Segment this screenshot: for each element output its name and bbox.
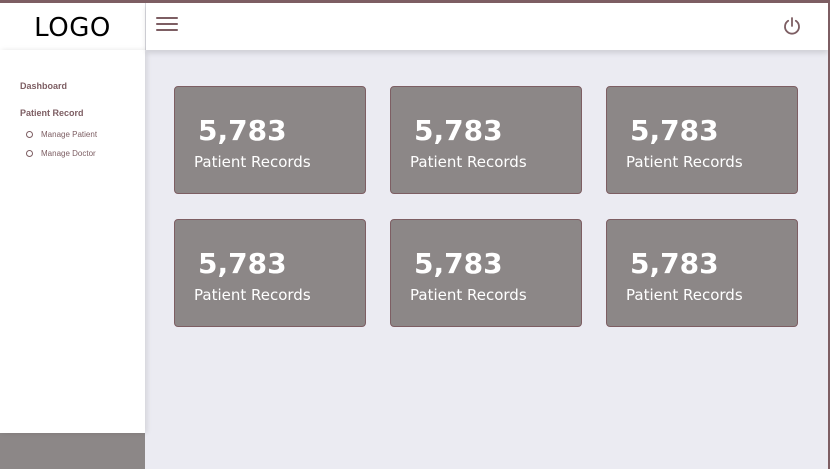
stat-value: 5,783	[198, 247, 287, 280]
logo: LOGO	[34, 12, 111, 43]
top-bar	[146, 3, 828, 50]
sidebar-item-patient-record[interactable]: Patient Record	[20, 108, 84, 118]
sidebar-item-manage-patient[interactable]: Manage Patient	[26, 130, 97, 139]
sidebar-item-dashboard[interactable]: Dashboard	[20, 81, 67, 91]
sidebar-footer	[0, 433, 145, 469]
power-icon[interactable]	[782, 16, 802, 36]
sidebar-item-label: Manage Doctor	[41, 149, 96, 158]
stat-card[interactable]: 5,783 Patient Records	[606, 86, 798, 194]
stat-label: Patient Records	[626, 286, 743, 304]
stat-label: Patient Records	[194, 286, 311, 304]
sidebar: Dashboard Patient Record Manage Patient …	[0, 50, 145, 433]
stat-card[interactable]: 5,783 Patient Records	[174, 86, 366, 194]
stat-card[interactable]: 5,783 Patient Records	[606, 219, 798, 327]
hamburger-icon[interactable]	[156, 17, 178, 33]
stat-card[interactable]: 5,783 Patient Records	[390, 219, 582, 327]
sidebar-item-manage-doctor[interactable]: Manage Doctor	[26, 149, 96, 158]
stat-card[interactable]: 5,783 Patient Records	[390, 86, 582, 194]
stat-value: 5,783	[630, 114, 719, 147]
stat-label: Patient Records	[410, 153, 527, 171]
bullet-circle-icon	[26, 150, 33, 157]
logo-area: LOGO	[0, 3, 146, 50]
stat-label: Patient Records	[626, 153, 743, 171]
stat-value: 5,783	[414, 247, 503, 280]
stat-value: 5,783	[630, 247, 719, 280]
stat-label: Patient Records	[410, 286, 527, 304]
stat-value: 5,783	[198, 114, 287, 147]
bullet-circle-icon	[26, 131, 33, 138]
stat-value: 5,783	[414, 114, 503, 147]
sidebar-item-label: Manage Patient	[41, 130, 98, 139]
stat-card[interactable]: 5,783 Patient Records	[174, 219, 366, 327]
stat-label: Patient Records	[194, 153, 311, 171]
